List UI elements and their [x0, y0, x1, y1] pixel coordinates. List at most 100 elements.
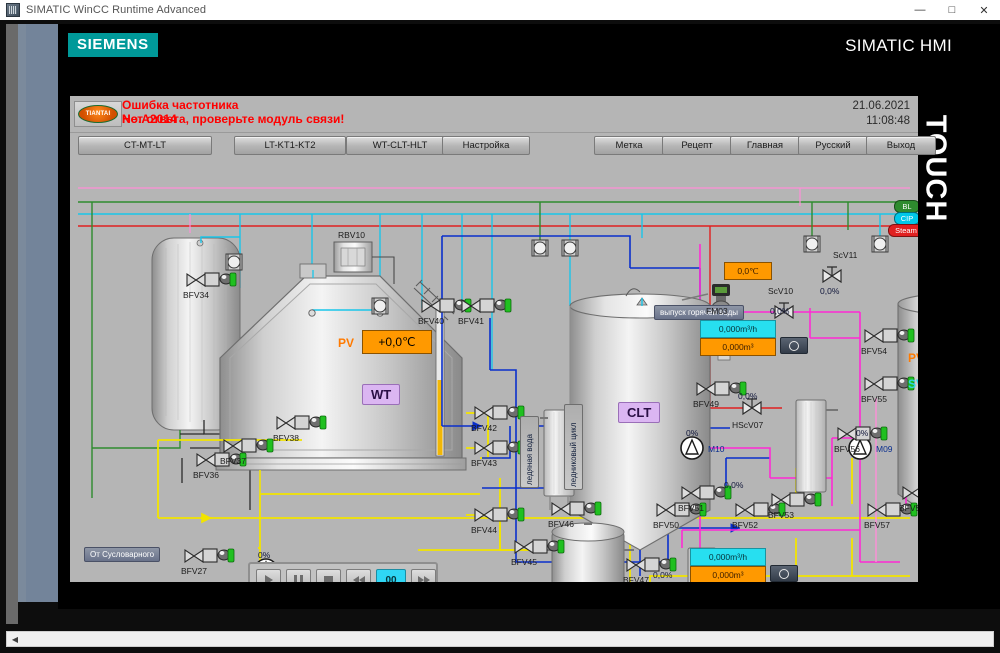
- valve-group-bfv41[interactable]: [460, 296, 514, 316]
- valve-group-bfv44[interactable]: [473, 505, 527, 525]
- wt-pv-value[interactable]: +0,0℃: [362, 330, 432, 354]
- valve-label-bfv56: BFV56: [834, 444, 860, 454]
- wt-tank-name: WT: [362, 384, 401, 405]
- valve-group-bfv37[interactable]: [222, 436, 276, 456]
- touch-sidebar: TOUCH: [918, 96, 952, 582]
- play-button[interactable]: [256, 569, 281, 582]
- minimize-button[interactable]: —: [904, 0, 936, 20]
- previous-step-button[interactable]: [346, 569, 371, 582]
- valve-label-bfv42: BFV42: [471, 423, 497, 433]
- valve-group-bfv46[interactable]: [550, 499, 604, 519]
- label-scv11: ScV11: [833, 250, 858, 260]
- valve-group-bfv54[interactable]: [863, 326, 917, 346]
- app-icon: [6, 3, 20, 17]
- hlt-pv-label: PV: [908, 351, 918, 365]
- fm03-total-readout[interactable]: 0,000m³: [700, 338, 776, 356]
- valve-label-bfv58: BFV58: [899, 503, 918, 513]
- label-hscv07: HScV07: [732, 420, 764, 430]
- nav-button-left-1[interactable]: LT-KT1-KT2: [234, 136, 346, 155]
- valve-label-bfv57: BFV57: [864, 520, 890, 530]
- window-titlebar: SIMATIC WinCC Runtime Advanced — □ ✕: [0, 0, 1000, 21]
- nav-button-left-3[interactable]: Настройка: [442, 136, 530, 155]
- tiantai-logo: TIANTAI: [74, 101, 122, 127]
- fm01-total-readout[interactable]: 0,000m³: [690, 566, 766, 582]
- label-fm03: FM03: [706, 306, 728, 316]
- nav-button-right-1[interactable]: Рецепт: [662, 136, 732, 155]
- fm03-flow-readout[interactable]: 0,000m³/h: [700, 320, 776, 338]
- fm01-reset-button[interactable]: [770, 565, 798, 582]
- close-button[interactable]: ✕: [968, 0, 1000, 20]
- window-controls: — □ ✕: [904, 0, 1000, 20]
- nav-button-right-3[interactable]: Русский: [798, 136, 868, 155]
- valve-label-bfv50: BFV50: [653, 520, 679, 530]
- horizontal-scrollbar[interactable]: ◀: [6, 631, 994, 647]
- clt-tank-name: CLT: [618, 402, 661, 423]
- valve-group-bfv42[interactable]: [473, 403, 527, 423]
- nav-button-left-2[interactable]: WT-CLT-HLT: [346, 136, 454, 155]
- rewind-icon-2: [358, 576, 365, 582]
- pct-scv10: 0,0%: [770, 306, 790, 316]
- datetime-display: 21.06.2021 11:08:48: [852, 99, 910, 129]
- valve-label-bfv43: BFV43: [471, 458, 497, 468]
- valve-label-bfv49: BFV49: [693, 399, 719, 409]
- valve-label-bfv36: BFV36: [193, 470, 219, 480]
- maximize-button[interactable]: □: [936, 0, 968, 20]
- valve-group-bfv34[interactable]: [185, 270, 239, 290]
- window-title: SIMATIC WinCC Runtime Advanced: [26, 4, 207, 16]
- valve-group-bfv38[interactable]: [275, 413, 329, 433]
- navigation-bar: CT-MT-LT LT-KT1-KT2 WT-CLT-HLT Настройка Мет…: [70, 136, 936, 156]
- left-rail-secondary: [18, 24, 26, 602]
- siemens-logo: SIEMENS: [68, 33, 158, 57]
- alarm-line-1: Ошибка частотника: [122, 98, 239, 112]
- scroll-left-arrow[interactable]: ◀: [7, 632, 23, 646]
- wt-pv-label: PV: [338, 336, 355, 350]
- stop-icon: [324, 575, 333, 582]
- nav-button-right-4[interactable]: Выход: [866, 136, 936, 155]
- nav-button-right-2[interactable]: Главная: [730, 136, 800, 155]
- valve-label-bfv37: BFV37: [220, 456, 246, 466]
- label-rbv10: RBV10: [338, 230, 365, 240]
- stop-button[interactable]: [316, 569, 341, 582]
- valve-label-bfv51: BFV51: [678, 503, 704, 513]
- reset-circle-icon: [789, 340, 799, 351]
- valve-label-bfv53: BFV53: [768, 510, 794, 520]
- hmi-application-window: SIMATIC WinCC Runtime Advanced — □ ✕ SIE…: [0, 0, 1000, 653]
- valve-label-bfv47: BFV47: [623, 575, 649, 582]
- alarm-line-2-number: No.A2014: [122, 112, 177, 126]
- time-value: 11:08:48: [866, 115, 910, 127]
- pause-button[interactable]: [286, 569, 311, 582]
- reset-circle-icon: [779, 568, 789, 579]
- tiantai-logo-text: TIANTAI: [85, 111, 111, 117]
- next-step-button[interactable]: [411, 569, 436, 582]
- pause-icon-2: [300, 575, 303, 582]
- pct-hscv07: 0,0%: [738, 391, 758, 401]
- valve-label-bfv44: BFV44: [471, 525, 497, 535]
- step-counter[interactable]: 00: [376, 569, 406, 582]
- valve-label-bfv41: BFV41: [458, 316, 484, 326]
- sequence-buttons: 00: [256, 569, 436, 582]
- pct-m10: 0%: [686, 428, 699, 438]
- alarm-message: Ошибка частотника Нет ответа, проверьте …: [122, 98, 602, 130]
- fm01-flow-readout[interactable]: 0,000m³/h: [690, 548, 766, 566]
- valve-group-bfv27[interactable]: [183, 546, 237, 566]
- valve-label-bfv45: BFV45: [511, 557, 537, 567]
- hot-water-temp-readout[interactable]: 0,0℃: [724, 262, 772, 280]
- label-m10: M10: [708, 444, 725, 454]
- pct-scv11: 0,0%: [820, 286, 840, 296]
- nav-button-right-0[interactable]: Метка: [594, 136, 664, 155]
- pipe-legend-steam: Steam: [888, 224, 918, 237]
- valve-group-bfv45[interactable]: [513, 537, 567, 557]
- valve-group-bfv58[interactable]: [901, 483, 918, 503]
- forward-icon-2: [423, 576, 430, 582]
- pct-hscv12: 0,0%: [653, 570, 673, 580]
- tag-from-brewhouse: От Сусловарного: [84, 547, 161, 562]
- valve-group-bfv43[interactable]: [473, 438, 527, 458]
- hlt-sv-label: SV: [908, 377, 918, 391]
- valve-label-bfv38: BFV38: [273, 433, 299, 443]
- hmi-header: SIEMENS SIMATIC HMI: [58, 24, 1000, 72]
- fm03-reset-button[interactable]: [780, 337, 808, 354]
- touch-label: TOUCH: [919, 114, 952, 223]
- valve-group-bfv53[interactable]: [770, 490, 824, 510]
- nav-button-left-0[interactable]: CT-MT-LT: [78, 136, 212, 155]
- alarm-bar: TIANTAI Ошибка частотника Нет ответа, пр…: [70, 96, 918, 133]
